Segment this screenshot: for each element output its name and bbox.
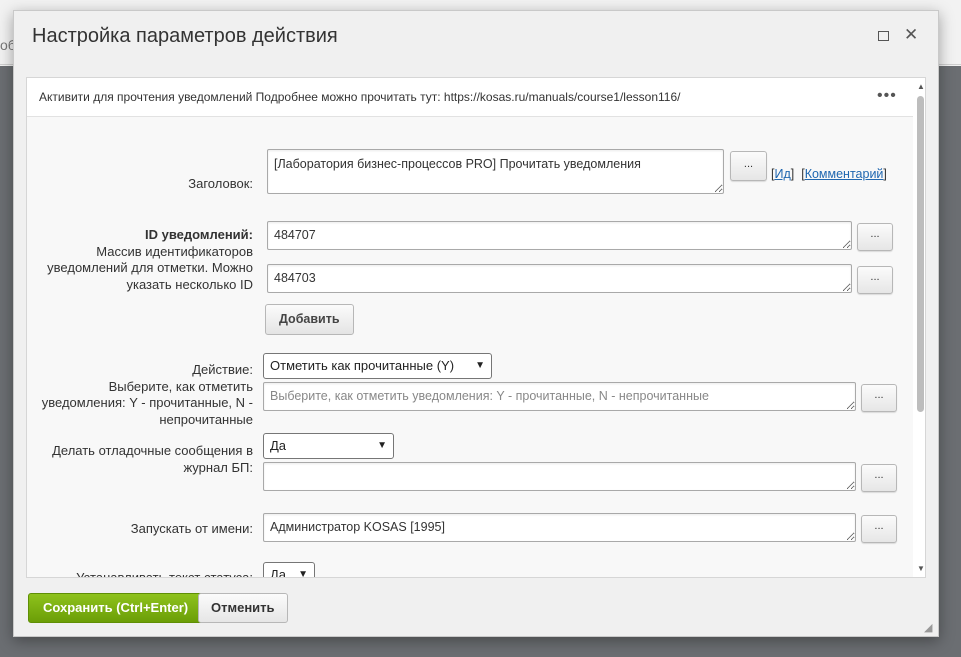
status-select[interactable]: Да ▼: [263, 562, 315, 578]
id-link[interactable]: Ид: [774, 167, 790, 181]
notif-id-2-insert-button[interactable]: ...: [857, 266, 893, 294]
comment-link[interactable]: Комментарий: [805, 167, 884, 181]
cancel-button[interactable]: Отменить: [198, 593, 288, 623]
action-label: Действие: Выберите, как отметить уведомл…: [27, 362, 253, 428]
status-label: Устанавливать текст статуса:: [76, 570, 253, 578]
notif-ids-label: ID уведомлений: Массив идентификаторов у…: [27, 227, 253, 293]
action-settings-dialog: Настройка параметров действия ✕ Активити…: [13, 10, 939, 637]
description-bar: Активити для прочтения уведомлений Подро…: [27, 78, 913, 117]
add-notif-id-button[interactable]: Добавить: [265, 304, 354, 335]
run-as-insert-button[interactable]: ...: [861, 515, 897, 543]
run-as-input[interactable]: [263, 513, 856, 542]
chevron-down-icon: ▼: [475, 360, 485, 371]
dialog-title: Настройка параметров действия: [32, 25, 338, 47]
resize-grip-icon[interactable]: ◢: [924, 621, 932, 634]
chevron-down-icon: ▼: [298, 569, 308, 578]
title-label: Заголовок:: [188, 176, 253, 191]
action-expression-input[interactable]: [263, 382, 856, 411]
notif-id-1-insert-button[interactable]: ...: [857, 223, 893, 251]
close-icon[interactable]: ✕: [904, 26, 918, 43]
run-as-label: Запускать от имени:: [130, 521, 253, 536]
notif-id-input-1[interactable]: [267, 221, 852, 250]
maximize-icon[interactable]: [878, 31, 889, 41]
settings-form: Заголовок: ... [Ид] [Комментарий] ID уве…: [27, 117, 913, 578]
action-select[interactable]: Отметить как прочитанные (Y) ▼: [263, 353, 492, 379]
debug-label: Делать отладочные сообщения в журнал БП:: [52, 443, 253, 475]
more-options-icon[interactable]: •••: [877, 87, 897, 105]
activity-description: Активити для прочтения уведомлений Подро…: [39, 90, 681, 104]
scroll-down-icon[interactable]: ▼: [917, 564, 925, 573]
notif-id-input-2[interactable]: [267, 264, 852, 293]
content-scrollbar[interactable]: ▲ ▼: [915, 78, 925, 577]
debug-select[interactable]: Да ▼: [263, 433, 394, 459]
dialog-content: Активити для прочтения уведомлений Подро…: [26, 77, 926, 578]
scrollbar-thumb[interactable]: [917, 96, 924, 412]
notif-ids-label-bold: ID уведомлений:: [144, 227, 253, 242]
action-description: Выберите, как отметить уведомления: Y - …: [41, 378, 253, 427]
debug-insert-button[interactable]: ...: [861, 464, 897, 492]
save-button[interactable]: Сохранить (Ctrl+Enter): [28, 593, 204, 623]
action-label-title: Действие:: [192, 362, 253, 377]
debug-expression-input[interactable]: [263, 462, 856, 491]
chevron-down-icon: ▼: [377, 440, 387, 451]
title-links: [Ид] [Комментарий]: [771, 167, 887, 181]
scroll-up-icon[interactable]: ▲: [917, 82, 925, 91]
title-insert-button[interactable]: ...: [730, 151, 767, 181]
title-input[interactable]: [267, 149, 724, 194]
action-insert-button[interactable]: ...: [861, 384, 897, 412]
notif-ids-description: Массив идентификаторов уведомлений для о…: [47, 243, 253, 292]
